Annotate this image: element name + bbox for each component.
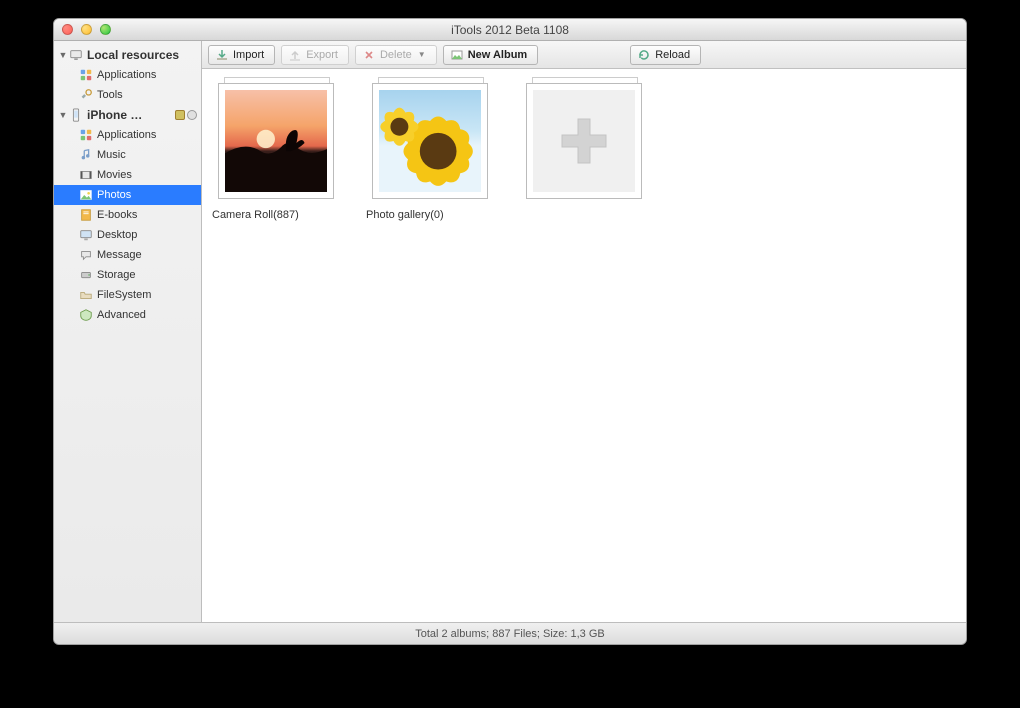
sidebar-item-message[interactable]: Message (54, 245, 201, 265)
album-thumbnail (218, 81, 336, 199)
sidebar-item-ebooks[interactable]: E-books (54, 205, 201, 225)
battery-icon (175, 110, 185, 120)
iphone-icon (68, 107, 84, 123)
sidebar-item-label: E-books (97, 209, 137, 221)
button-label: Import (233, 49, 264, 61)
device-badges (175, 110, 197, 120)
button-label: Delete (380, 49, 412, 61)
album-caption: Photo gallery(0) (366, 209, 496, 221)
close-button[interactable] (62, 24, 73, 35)
disclosure-triangle-icon[interactable]: ▼ (58, 110, 68, 120)
window-body: ▼ Local resources Applications Tools (54, 41, 966, 622)
sidebar-group-local[interactable]: ▼ Local resources (54, 45, 201, 65)
button-label: Export (306, 49, 338, 61)
sidebar-item-photos[interactable]: Photos (54, 185, 201, 205)
sidebar-item-label: Tools (97, 89, 123, 101)
sidebar-item-local-applications[interactable]: Applications (54, 65, 201, 85)
import-button[interactable]: Import (208, 45, 275, 65)
storage-icon (78, 267, 94, 283)
tools-icon (78, 87, 94, 103)
sidebar-item-movies[interactable]: Movies (54, 165, 201, 185)
chevron-down-icon: ▼ (418, 50, 426, 59)
photos-icon (78, 187, 94, 203)
album-new[interactable] (520, 81, 650, 209)
lock-icon (187, 110, 197, 120)
export-button[interactable]: Export (281, 45, 349, 65)
computer-icon (68, 47, 84, 63)
sidebar-item-music[interactable]: Music (54, 145, 201, 165)
album-photo-gallery[interactable]: Photo gallery(0) (366, 81, 496, 221)
apps-icon (78, 67, 94, 83)
import-icon (215, 48, 229, 62)
sidebar-item-label: Desktop (97, 229, 137, 241)
sidebar: ▼ Local resources Applications Tools (54, 41, 202, 622)
reload-icon (637, 48, 651, 62)
sidebar-item-label: Message (97, 249, 142, 261)
sidebar-item-advanced[interactable]: Advanced (54, 305, 201, 325)
sidebar-group-label: Local resources (87, 48, 179, 62)
sidebar-group-label: iPhone de.. (87, 108, 147, 122)
window-controls (62, 24, 111, 35)
minimize-button[interactable] (81, 24, 92, 35)
apps-icon (78, 127, 94, 143)
message-icon (78, 247, 94, 263)
ebooks-icon (78, 207, 94, 223)
delete-button[interactable]: Delete ▼ (355, 45, 437, 65)
new-album-icon (450, 48, 464, 62)
sidebar-item-local-tools[interactable]: Tools (54, 85, 201, 105)
title-bar: iTools 2012 Beta 1108 (54, 19, 966, 41)
zoom-button[interactable] (100, 24, 111, 35)
sidebar-item-label: Photos (97, 189, 131, 201)
advanced-icon (78, 307, 94, 323)
export-icon (288, 48, 302, 62)
album-thumbnail (526, 81, 644, 199)
app-window: iTools 2012 Beta 1108 ▼ Local resources … (53, 18, 967, 645)
window-title: iTools 2012 Beta 1108 (54, 23, 966, 37)
music-icon (78, 147, 94, 163)
sidebar-item-applications[interactable]: Applications (54, 125, 201, 145)
movies-icon (78, 167, 94, 183)
reload-button[interactable]: Reload (630, 45, 701, 65)
sidebar-item-label: Music (97, 149, 126, 161)
button-label: New Album (468, 49, 528, 61)
sidebar-group-iphone[interactable]: ▼ iPhone de.. (54, 105, 201, 125)
album-camera-roll[interactable]: Camera Roll(887) (212, 81, 342, 221)
sidebar-item-desktop[interactable]: Desktop (54, 225, 201, 245)
sidebar-item-label: Advanced (97, 309, 146, 321)
sidebar-item-label: Applications (97, 129, 156, 141)
folder-icon (78, 287, 94, 303)
disclosure-triangle-icon[interactable]: ▼ (58, 50, 68, 60)
album-caption: Camera Roll(887) (212, 209, 342, 221)
main-area: Import Export Delete ▼ New Album (202, 41, 966, 622)
sidebar-item-label: Storage (97, 269, 136, 281)
button-label: Reload (655, 49, 690, 61)
sidebar-item-filesystem[interactable]: FileSystem (54, 285, 201, 305)
sidebar-item-label: Applications (97, 69, 156, 81)
status-bar: Total 2 albums; 887 Files; Size: 1,3 GB (54, 622, 966, 644)
status-text: Total 2 albums; 887 Files; Size: 1,3 GB (415, 628, 605, 640)
sidebar-item-label: FileSystem (97, 289, 151, 301)
delete-icon (362, 48, 376, 62)
sidebar-item-storage[interactable]: Storage (54, 265, 201, 285)
album-grid: Camera Roll(887) (202, 69, 966, 622)
desktop-icon (78, 227, 94, 243)
sidebar-item-label: Movies (97, 169, 132, 181)
album-thumbnail (372, 81, 490, 199)
plus-icon (554, 111, 614, 171)
new-album-button[interactable]: New Album (443, 45, 539, 65)
toolbar: Import Export Delete ▼ New Album (202, 41, 966, 69)
